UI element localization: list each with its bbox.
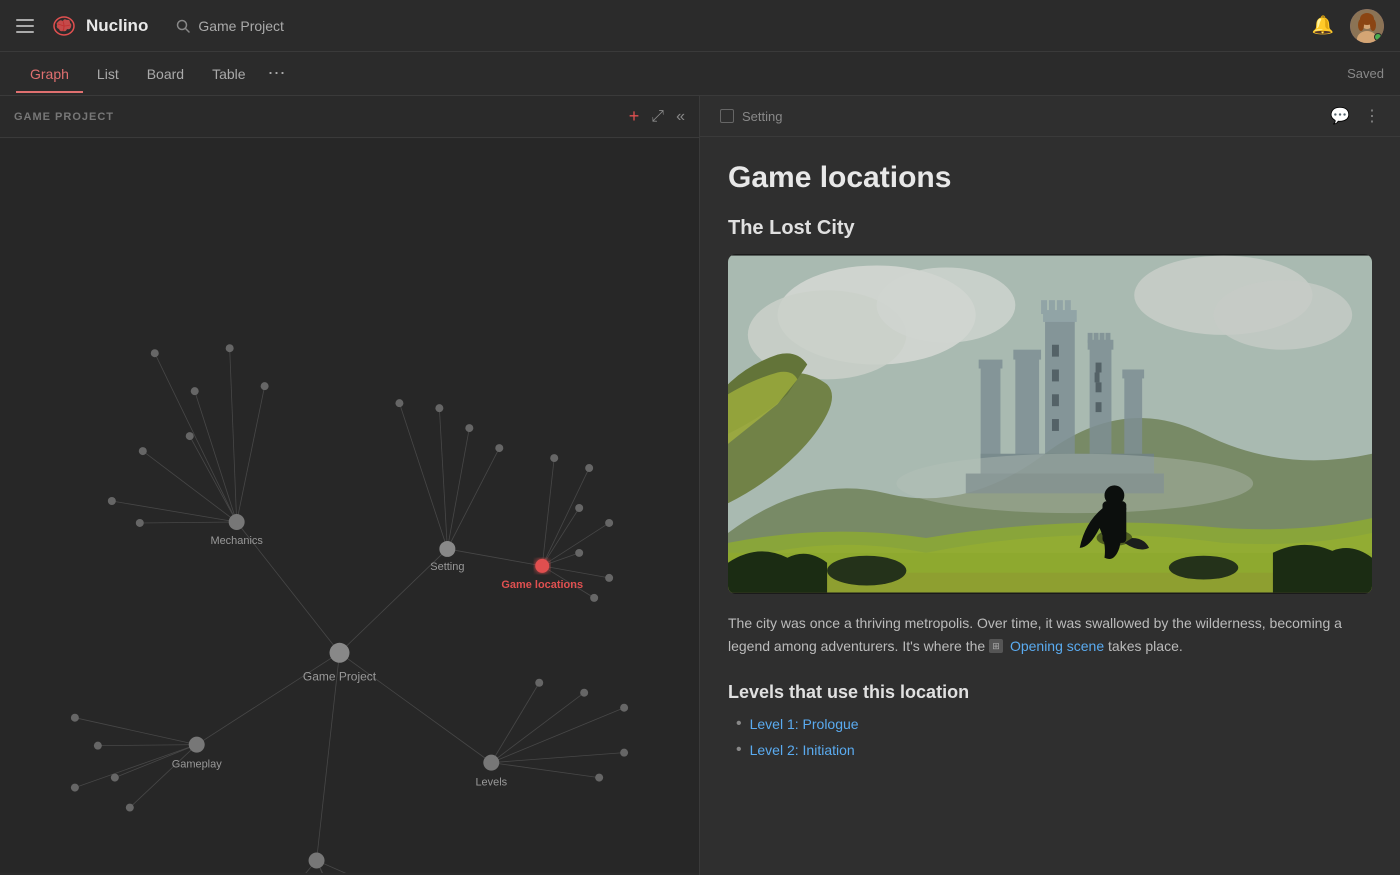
svg-text:Game locations: Game locations	[501, 579, 583, 591]
section1-heading: The Lost City	[728, 217, 1372, 240]
top-navigation: Nuclino Game Project 🔔	[0, 0, 1400, 52]
city-illustration	[728, 254, 1372, 594]
tab-table[interactable]: Table	[198, 56, 259, 92]
opening-scene-link[interactable]: Opening scene	[1010, 638, 1104, 654]
svg-text:Levels: Levels	[475, 777, 507, 789]
doc-actions: 💬 ⋮	[1330, 106, 1380, 126]
section2-heading: Levels that use this location	[728, 682, 1372, 703]
main-layout: GAME PROJECT + ⤢ «	[0, 96, 1400, 875]
hero-image	[728, 254, 1372, 594]
node-game-locations[interactable]	[535, 559, 549, 573]
level1-link[interactable]: Level 1: Prologue	[750, 716, 859, 732]
levels-list: Level 1: Prologue Level 2: Initiation	[728, 715, 1372, 759]
menu-button[interactable]	[16, 19, 34, 33]
doc-title: Game locations	[728, 161, 1372, 195]
online-indicator	[1374, 33, 1382, 41]
node-gameplay[interactable]	[189, 737, 205, 753]
graph-panel-title: GAME PROJECT	[14, 111, 114, 123]
node-mechanics[interactable]	[229, 514, 245, 530]
link-icon: ⊞	[989, 639, 1003, 653]
view-tabs: Graph List Board Table ⋯ Saved	[0, 52, 1400, 96]
graph-visualization[interactable]: Game Project Mechanics Setting Game loca…	[0, 138, 699, 873]
level2-link[interactable]: Level 2: Initiation	[750, 742, 855, 758]
add-node-button[interactable]: +	[629, 106, 640, 127]
breadcrumb: Setting	[720, 109, 782, 124]
svg-text:Gameplay: Gameplay	[172, 759, 223, 771]
tab-graph[interactable]: Graph	[16, 56, 83, 92]
tab-board[interactable]: Board	[133, 56, 198, 92]
search-icon	[176, 19, 190, 33]
doc-content: Game locations The Lost City	[700, 137, 1400, 875]
comment-button[interactable]: 💬	[1330, 106, 1350, 126]
list-item-level2: Level 2: Initiation	[736, 741, 1372, 759]
svg-text:Mechanics: Mechanics	[210, 535, 263, 547]
graph-panel: GAME PROJECT + ⤢ «	[0, 96, 700, 875]
notification-button[interactable]: 🔔	[1312, 15, 1334, 36]
breadcrumb-checkbox[interactable]	[720, 109, 734, 123]
graph-actions: + ⤢ «	[629, 106, 685, 127]
breadcrumb-text: Setting	[742, 109, 782, 124]
search-text: Game Project	[198, 18, 284, 34]
doc-topbar: Setting 💬 ⋮	[700, 96, 1400, 137]
document-panel: Setting 💬 ⋮ Game locations The Lost City	[700, 96, 1400, 875]
doc-paragraph: The city was once a thriving metropolis.…	[728, 612, 1372, 658]
topnav-right: 🔔	[1312, 9, 1384, 43]
svg-text:Setting: Setting	[430, 561, 464, 573]
node-levels[interactable]	[483, 755, 499, 771]
node-game-project[interactable]	[330, 643, 350, 663]
avatar[interactable]	[1350, 9, 1384, 43]
collapse-panel-button[interactable]: «	[676, 108, 685, 126]
app-name: Nuclino	[86, 16, 148, 36]
search-bar[interactable]: Game Project	[168, 14, 1311, 38]
app-logo[interactable]: Nuclino	[50, 12, 148, 40]
node-story[interactable]	[309, 853, 325, 869]
node-setting[interactable]	[439, 541, 455, 557]
tabs-more-button[interactable]: ⋯	[260, 59, 294, 88]
graph-header: GAME PROJECT + ⤢ «	[0, 96, 699, 138]
svg-text:Game Project: Game Project	[303, 670, 377, 684]
tab-list[interactable]: List	[83, 56, 133, 92]
more-options-button[interactable]: ⋮	[1364, 106, 1380, 126]
list-item-level1: Level 1: Prologue	[736, 715, 1372, 733]
save-status: Saved	[1347, 66, 1384, 81]
expand-button[interactable]: ⤢	[651, 108, 664, 126]
